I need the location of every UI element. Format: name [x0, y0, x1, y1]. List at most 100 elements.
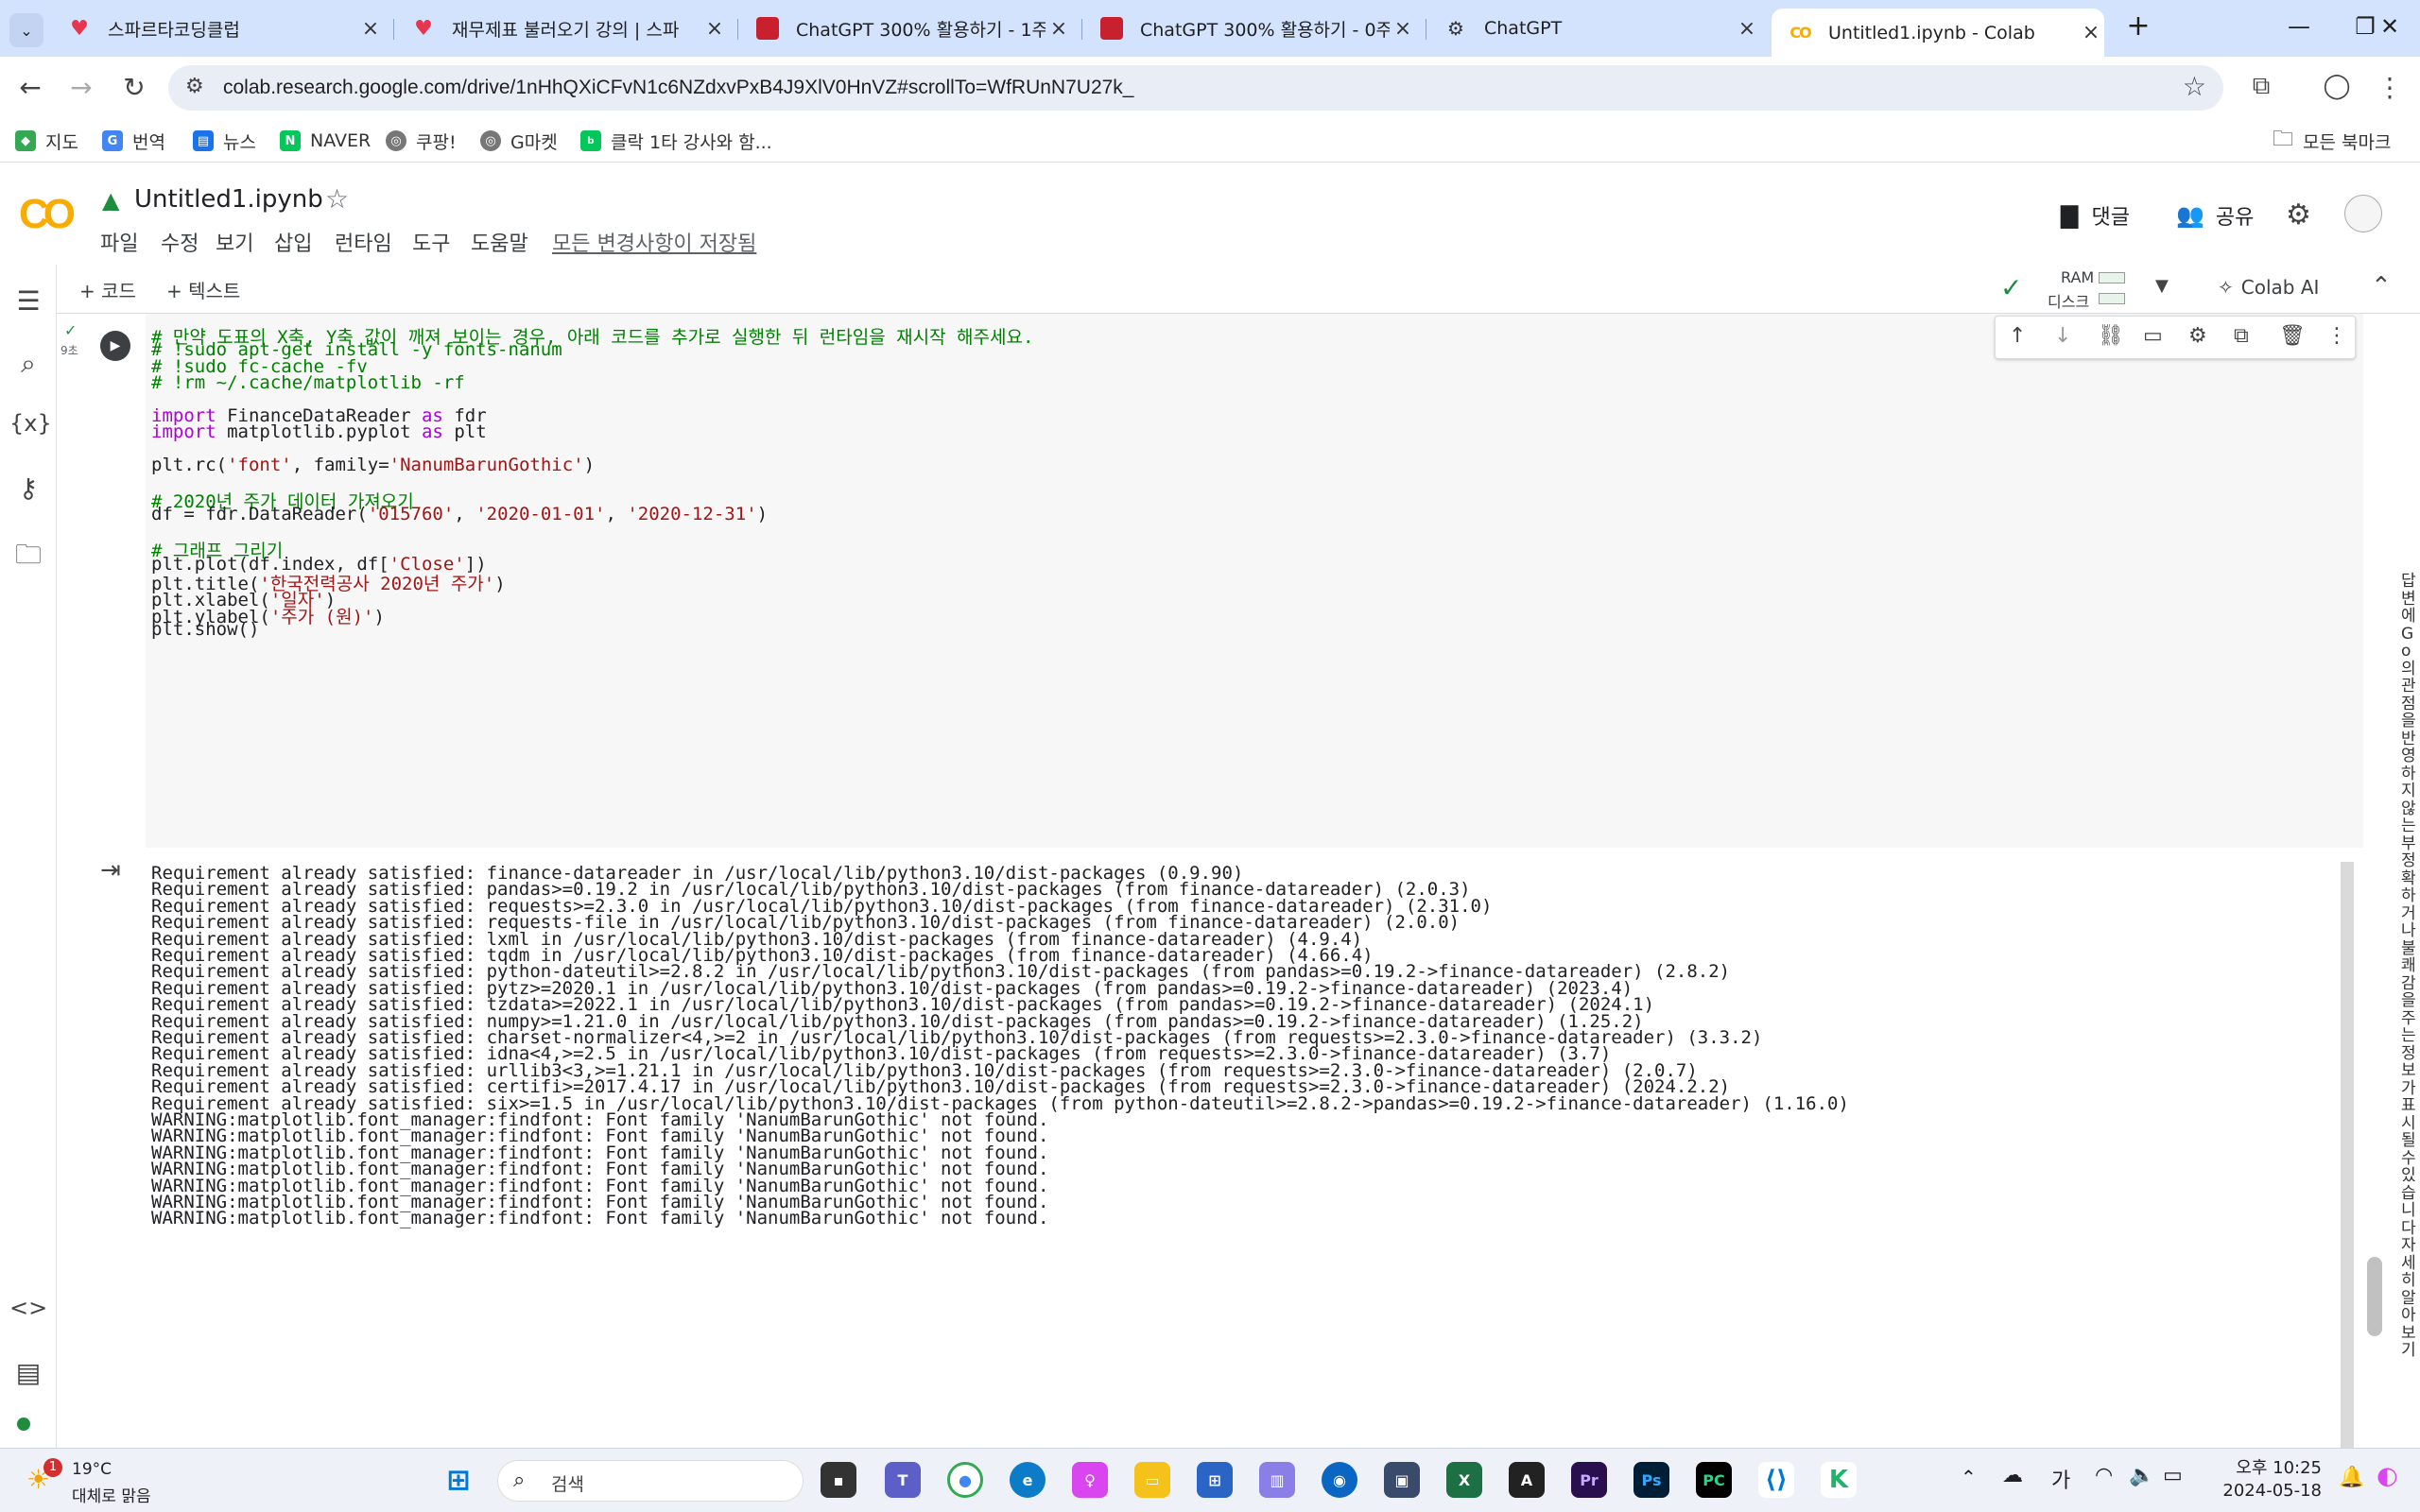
move-down-icon[interactable]: ↓ — [2054, 324, 2071, 348]
menu-file[interactable]: 파일 — [100, 227, 138, 257]
drive-icon[interactable]: ▲ — [102, 187, 119, 214]
tab-1[interactable]: ♥ 스파르타코딩클럽 × — [51, 9, 384, 48]
bookmark-coupang[interactable]: ◎ 쿠팡! — [386, 127, 457, 155]
more-icon[interactable]: ⋮ — [2326, 324, 2347, 348]
teams-icon[interactable]: T — [885, 1462, 921, 1498]
app-icon[interactable]: ▥ — [1259, 1462, 1295, 1498]
file-explorer-icon[interactable]: ▭ — [1134, 1462, 1170, 1498]
avatar[interactable] — [2344, 195, 2382, 232]
tray-overflow-icon[interactable]: ⌃ — [1961, 1466, 1977, 1488]
star-icon[interactable]: ☆ — [325, 183, 349, 215]
colab-logo[interactable]: CO — [19, 191, 76, 238]
minimize-icon[interactable]: — — [2280, 13, 2318, 40]
menu-help[interactable]: 도움말 — [471, 227, 528, 257]
screen-icon[interactable]: ▣ — [1384, 1462, 1420, 1498]
menu-tools[interactable]: 도구 — [412, 227, 450, 257]
notebook-title[interactable]: Untitled1.ipynb — [134, 185, 323, 214]
bookmark-news[interactable]: ▤ 뉴스 — [193, 127, 256, 155]
run-cell-button[interactable]: ▶ — [100, 331, 130, 361]
notifications-icon[interactable]: 🔔 — [2339, 1466, 2364, 1489]
copilot-icon[interactable]: ♀ — [1072, 1462, 1108, 1498]
add-code-button[interactable]: + 코드 — [79, 276, 136, 303]
battery-icon[interactable]: ▭ — [2163, 1464, 2183, 1487]
folder-icon[interactable]: 🗀 — [9, 535, 47, 580]
weather-widget[interactable]: ☀ 1 19°C 대체로 맑음 — [26, 1458, 178, 1506]
app-k-icon[interactable]: K — [1821, 1462, 1857, 1498]
tab-5[interactable]: ⚙ ChatGPT × — [1427, 9, 1760, 48]
resource-indicator[interactable]: RAM 디스크 — [2048, 266, 2125, 311]
edge-icon[interactable]: e — [1010, 1462, 1046, 1498]
window-close-icon[interactable]: ✕ — [2371, 13, 2409, 40]
media-icon[interactable]: ◉ — [1322, 1462, 1357, 1498]
start-icon[interactable]: ⊞ — [441, 1462, 476, 1498]
link-icon[interactable]: ⛓ — [2098, 324, 2124, 348]
share-button[interactable]: 👥 공유 — [2176, 200, 2254, 231]
tab-6-active[interactable]: CO Untitled1.ipynb - Colab × — [1772, 9, 2104, 57]
back-icon[interactable]: ← — [11, 72, 49, 103]
browser-menu-icon[interactable]: ⋮ — [2371, 72, 2409, 103]
ime-indicator[interactable]: 가 — [2051, 1464, 2070, 1494]
bookmark-blog[interactable]: b 클락 1타 강사와 함... — [580, 127, 772, 155]
profile-icon[interactable]: ◯ — [2318, 72, 2356, 100]
copilot-tray-icon[interactable]: ◐ — [2377, 1462, 2398, 1490]
bookmark-naver[interactable]: N NAVER — [280, 127, 371, 155]
comment-icon[interactable]: ▭ — [2143, 324, 2163, 348]
bookmark-star-icon[interactable]: ☆ — [2183, 71, 2206, 102]
taskbar-search[interactable]: ⌕ 검색 — [497, 1460, 804, 1502]
volume-icon[interactable]: 🔈 — [2129, 1464, 2154, 1487]
toc-icon[interactable]: ☰ — [9, 285, 47, 317]
onedrive-icon[interactable]: ☁ — [2002, 1464, 2023, 1487]
add-text-button[interactable]: + 텍스트 — [166, 276, 240, 303]
bookmark-gmarket[interactable]: ◎ G마켓 — [480, 127, 558, 155]
colab-ai-button[interactable]: ✧ Colab AI — [2218, 276, 2319, 299]
menu-view[interactable]: 보기 — [216, 227, 253, 257]
chrome-icon[interactable]: ● — [947, 1462, 983, 1498]
photoshop-icon[interactable]: Ps — [1634, 1462, 1669, 1498]
move-up-icon[interactable]: ↑ — [2009, 324, 2026, 348]
code-snippets-icon[interactable]: <> — [9, 1295, 47, 1321]
search-icon[interactable]: ⌕ — [9, 348, 47, 380]
collapse-icon[interactable]: ⌃ — [2371, 272, 2392, 301]
close-icon[interactable]: × — [1734, 17, 1760, 41]
key-icon[interactable]: ⚷ — [9, 472, 47, 504]
forward-icon[interactable]: → — [62, 72, 100, 103]
tab-3[interactable]: ChatGPT 300% 활용하기 - 1주 × — [739, 9, 1072, 48]
command-palette-icon[interactable]: ▤ — [9, 1357, 47, 1388]
variables-icon[interactable]: {x} — [9, 410, 52, 437]
all-bookmarks[interactable]: 🗀 모든 북마크 — [2273, 127, 2391, 155]
close-icon[interactable]: × — [701, 17, 728, 41]
wifi-icon[interactable]: ◠ — [2095, 1464, 2113, 1487]
tab-4[interactable]: ChatGPT 300% 활용하기 - 0주 × — [1083, 9, 1416, 48]
resource-dropdown-icon[interactable]: ▼ — [2155, 276, 2169, 296]
site-info-icon[interactable]: ⚙ — [185, 75, 204, 98]
settings-icon[interactable]: ⚙ — [2188, 324, 2207, 348]
menu-runtime[interactable]: 런타임 — [335, 227, 392, 257]
tab-2[interactable]: ♥ 재무제표 불러오기 강의 | 스파 × — [395, 9, 728, 48]
close-icon[interactable]: × — [1390, 17, 1416, 41]
premiere-icon[interactable]: Pr — [1571, 1462, 1607, 1498]
output-scrollbar[interactable] — [2341, 862, 2354, 1448]
delete-icon[interactable]: 🗑 — [2279, 324, 2306, 348]
saved-status[interactable]: 모든 변경사항이 저장됨 — [552, 227, 756, 257]
bookmark-maps[interactable]: ◆ 지도 — [15, 127, 78, 155]
close-icon[interactable]: × — [2078, 21, 2104, 44]
excel-icon[interactable]: X — [1446, 1462, 1482, 1498]
menu-edit[interactable]: 수정 — [161, 227, 199, 257]
close-icon[interactable]: × — [357, 17, 384, 41]
acrobat-icon[interactable]: A — [1509, 1462, 1545, 1498]
mirror-cell-icon[interactable]: ⧉ — [2234, 324, 2249, 348]
clock-time[interactable]: 오후 10:25 — [2218, 1454, 2322, 1479]
settings-icon[interactable]: ⚙ — [2286, 198, 2311, 232]
bookmark-translate[interactable]: G 번역 — [102, 127, 165, 155]
store-icon[interactable]: ⊞ — [1197, 1462, 1233, 1498]
close-icon[interactable]: × — [1046, 17, 1072, 41]
address-bar[interactable]: ⚙ colab.research.google.com/drive/1nHhQX… — [168, 65, 2223, 111]
task-view-icon[interactable]: ▪ — [821, 1462, 856, 1498]
extensions-icon[interactable]: ⧉ — [2242, 72, 2280, 101]
menu-insert[interactable]: 삽입 — [274, 227, 312, 257]
main-scrollbar[interactable] — [2367, 1257, 2382, 1336]
vscode-icon[interactable]: ⟨⟩ — [1758, 1462, 1794, 1498]
pycharm-icon[interactable]: PC — [1696, 1462, 1732, 1498]
tab-search-button[interactable]: ⌄ — [9, 13, 43, 47]
output-menu-icon[interactable]: ⇥ — [100, 856, 121, 885]
